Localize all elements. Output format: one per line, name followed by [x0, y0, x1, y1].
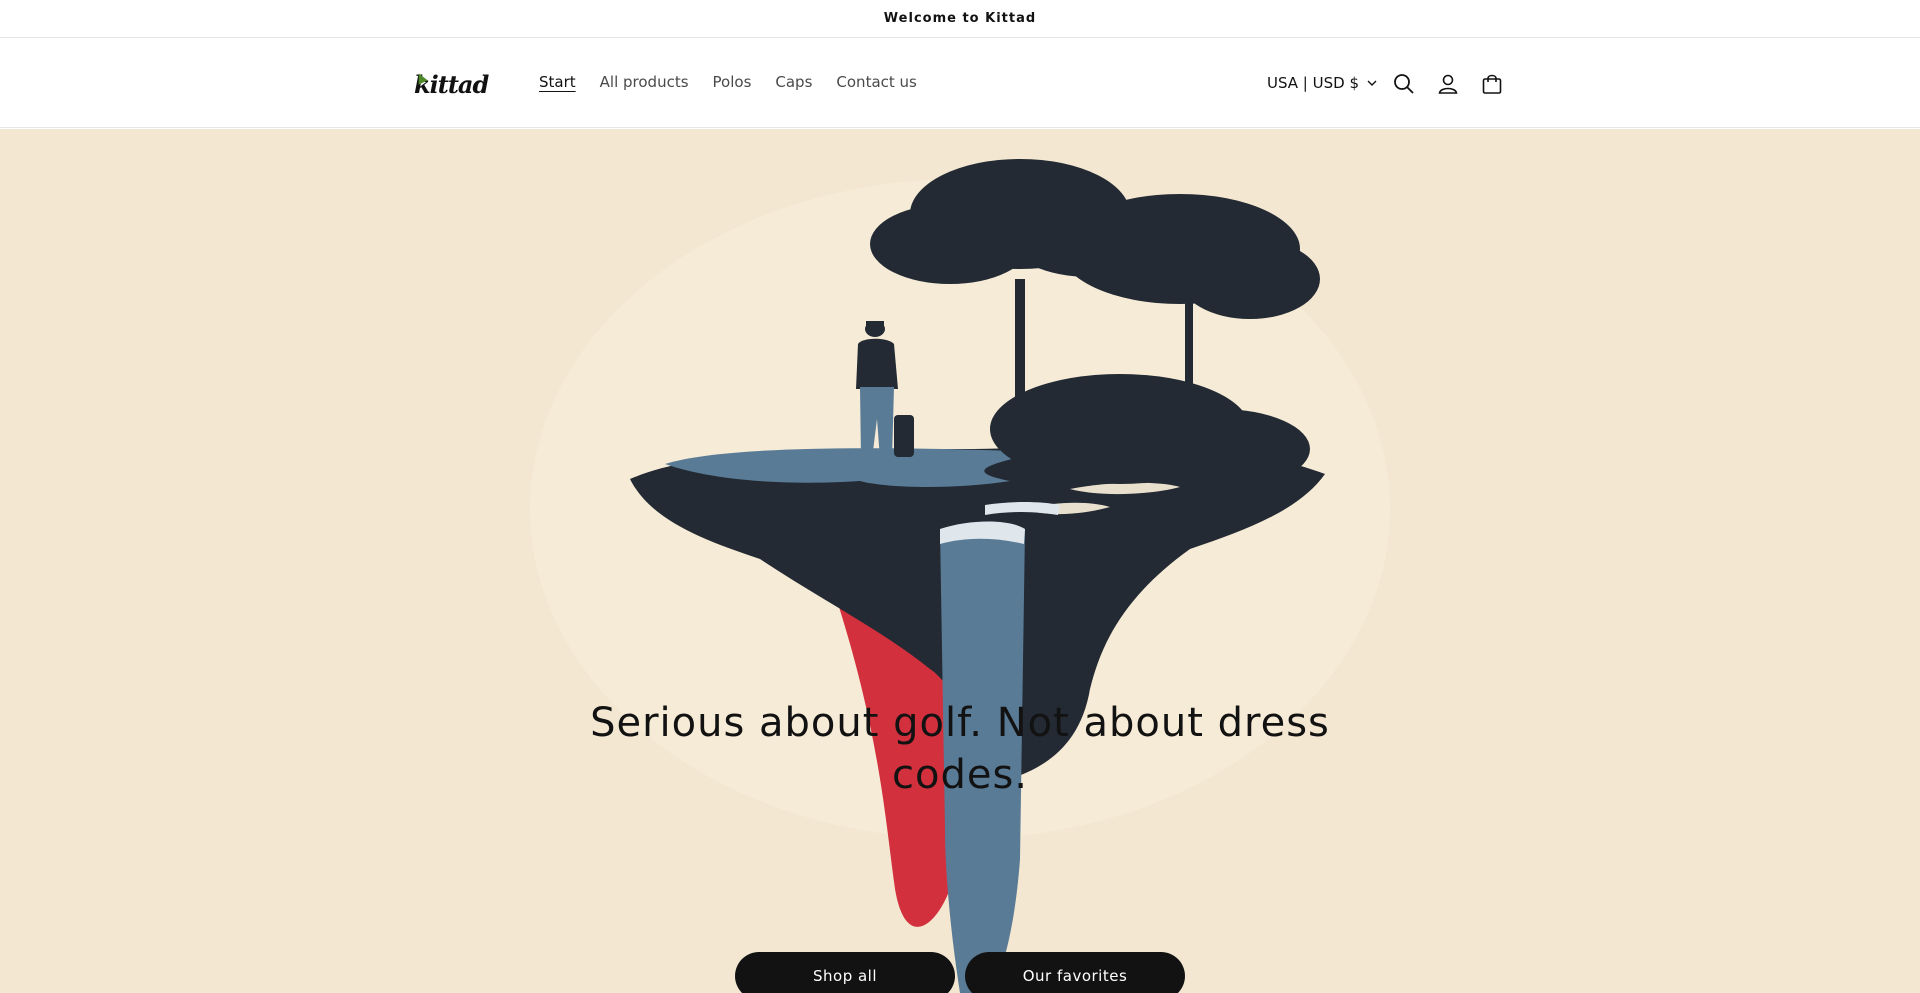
- search-icon: [1394, 74, 1414, 94]
- account-icon: [1438, 74, 1458, 94]
- nav-item-start[interactable]: Start: [539, 73, 576, 91]
- logo-text: kittad: [414, 69, 489, 99]
- cart-icon: [1482, 74, 1502, 94]
- nav-item-contact-us[interactable]: Contact us: [836, 73, 916, 91]
- nav-item-caps[interactable]: Caps: [775, 73, 812, 91]
- chevron-down-icon: [1367, 80, 1377, 86]
- hero-illustration: [530, 159, 1390, 993]
- hero-heading: Serious about golf. Not about dress code…: [590, 700, 1330, 798]
- nav-item-polos[interactable]: Polos: [713, 73, 752, 91]
- site-header: kittad Start All products Polos Caps Con…: [0, 39, 1920, 128]
- account-button[interactable]: [1435, 71, 1461, 97]
- our-favorites-button[interactable]: Our favorites: [965, 952, 1185, 993]
- shop-all-button[interactable]: Shop all: [735, 952, 955, 993]
- currency-selector[interactable]: USA | USD $: [1267, 74, 1377, 92]
- currency-label: USA | USD $: [1267, 74, 1359, 92]
- announcement-bar: Welcome to Kittad: [0, 0, 1920, 38]
- logo[interactable]: kittad: [414, 67, 494, 101]
- main-nav: Start All products Polos Caps Contact us: [539, 73, 941, 91]
- announcement-text: Welcome to Kittad: [883, 11, 1037, 26]
- search-button[interactable]: [1391, 71, 1417, 97]
- cart-button[interactable]: [1479, 71, 1505, 97]
- nav-item-all-products[interactable]: All products: [600, 73, 689, 91]
- hero-banner: Serious about golf. Not about dress code…: [0, 129, 1920, 993]
